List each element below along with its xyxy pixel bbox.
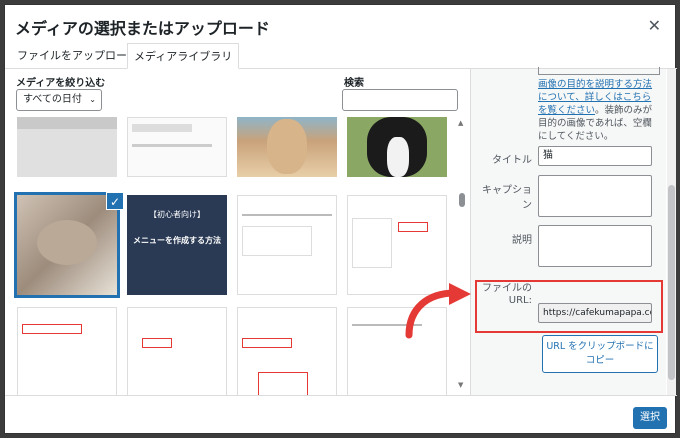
scroll-up-icon[interactable]: ▲ xyxy=(458,119,463,127)
media-modal: メディアの選択またはアップロード ✕ ファイルをアップロード メディアライブラリ… xyxy=(4,4,677,435)
thumb-graphic-title: メニューを作成する方法 xyxy=(133,236,221,245)
search-input[interactable] xyxy=(342,89,458,111)
thumb-screenshot-5[interactable] xyxy=(17,307,117,395)
caption-field[interactable] xyxy=(538,175,652,217)
thumb-graphic-sub: 【初心者向け】 xyxy=(149,210,205,219)
chevron-down-icon: ⌄ xyxy=(89,95,96,104)
thumb-screenshot-4[interactable] xyxy=(347,195,447,295)
description-field[interactable] xyxy=(538,225,652,267)
thumb-puppy[interactable] xyxy=(347,117,447,177)
close-icon[interactable]: ✕ xyxy=(648,16,661,35)
file-url-field[interactable]: https://cafekumapapa.com xyxy=(538,303,652,323)
red-arrow-annotation xyxy=(405,283,471,339)
thumb-screenshot-1[interactable] xyxy=(17,117,117,177)
scroll-down-icon[interactable]: ▼ xyxy=(458,381,463,389)
thumb-screenshot-2[interactable] xyxy=(127,117,227,177)
caption-label: キャプション xyxy=(482,185,532,211)
tab-upload[interactable]: ファイルをアップロード xyxy=(11,43,144,69)
checkmark-icon[interactable]: ✓ xyxy=(106,192,124,210)
date-filter-select[interactable]: すべての日付 ⌄ xyxy=(16,89,102,111)
dialog-footer xyxy=(5,395,677,435)
thumb-screenshot-7[interactable] xyxy=(237,307,337,395)
date-filter-value: すべての日付 xyxy=(23,94,82,105)
select-button[interactable]: 選択 xyxy=(633,407,667,429)
thumb-screenshot-6[interactable] xyxy=(127,307,227,395)
details-scroll-thumb[interactable] xyxy=(668,185,675,380)
tab-media-library[interactable]: メディアライブラリ xyxy=(127,43,240,69)
thumb-rabbit[interactable] xyxy=(237,117,337,177)
dialog-title: メディアの選択またはアップロード xyxy=(15,19,270,38)
tab-bar: ファイルをアップロード メディアライブラリ xyxy=(5,43,677,69)
thumb-kitten[interactable] xyxy=(14,192,120,298)
search-label: 検索 xyxy=(344,78,364,89)
alt-text-field-bottom[interactable] xyxy=(538,67,660,75)
alt-help-text: 画像の目的を説明する方法について、詳しくはこちらを覧ください。装飾のみが目的の画… xyxy=(538,78,660,143)
title-field[interactable]: 猫 xyxy=(538,146,652,166)
description-label: 説明 xyxy=(512,235,532,246)
title-label: タイトル xyxy=(492,155,532,166)
thumb-menu-title[interactable]: 【初心者向け】 メニューを作成する方法 xyxy=(127,195,227,295)
media-grid: ✓ 【初心者向け】 メニューを作成する方法 xyxy=(13,117,465,395)
grid-scrollbar[interactable]: ▲ ▼ xyxy=(457,117,467,395)
thumb-screenshot-3[interactable] xyxy=(237,195,337,295)
grid-scroll-thumb[interactable] xyxy=(459,193,465,207)
file-url-label: ファイルの URL: xyxy=(482,283,532,306)
copy-url-button[interactable]: URL をクリップボードにコピー xyxy=(542,335,658,373)
filter-label: メディアを絞り込む xyxy=(16,78,106,89)
